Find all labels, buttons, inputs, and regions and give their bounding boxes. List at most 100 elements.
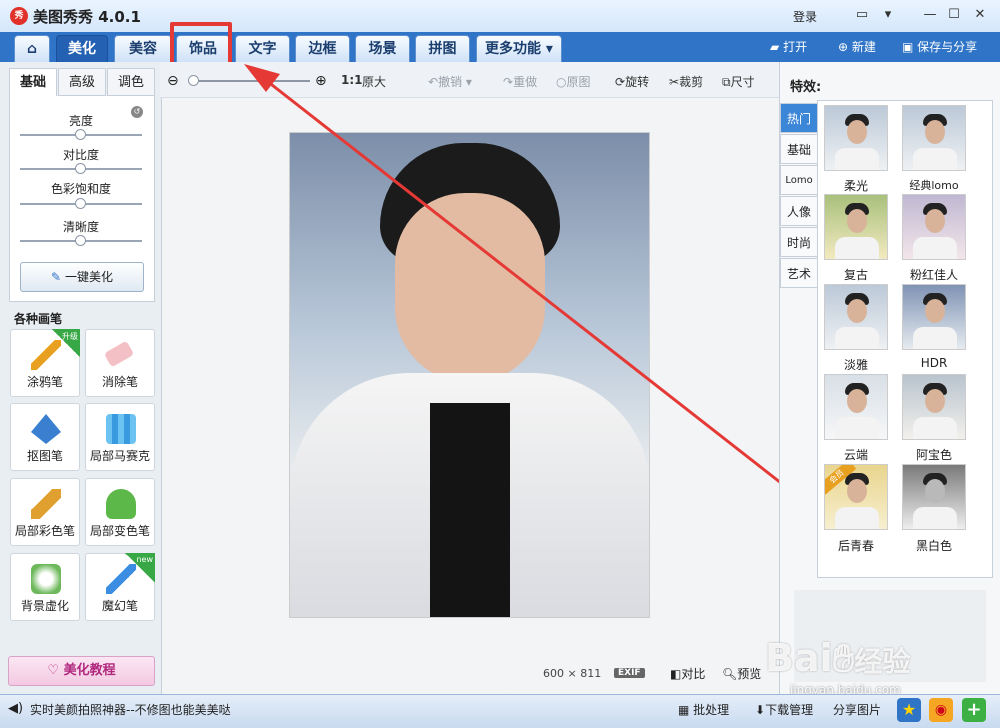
ticker-text[interactable]: 实时美颜拍照神器--不修图也能美美哒	[30, 701, 231, 718]
brush-label: 抠图笔	[26, 449, 63, 463]
tab-more-label: 更多功能	[485, 41, 542, 57]
subtab-color[interactable]: 调色	[107, 68, 155, 96]
one-click-label: 一键美化	[64, 270, 113, 284]
compare-button[interactable]: ◧对比	[670, 665, 705, 682]
tab-scene[interactable]: 场景	[355, 35, 410, 62]
subtab-advanced[interactable]: 高级	[58, 68, 106, 96]
brush-label: 局部马赛克	[89, 449, 150, 463]
open-button[interactable]: ▰ 打开	[770, 38, 807, 55]
batch-label: 批处理	[693, 703, 730, 717]
effect-thumb[interactable]	[824, 374, 888, 440]
tab-text[interactable]: 文字	[235, 35, 290, 62]
pen-nib-icon	[31, 414, 61, 444]
effect-tab-art[interactable]: 艺术	[780, 258, 818, 288]
brightness-slider[interactable]	[20, 129, 142, 140]
slider-knob[interactable]	[75, 235, 86, 246]
chevron-down-icon: ▾	[545, 41, 553, 57]
brush-label: 背景虚化	[20, 599, 69, 613]
sharpness-slider[interactable]	[20, 235, 142, 246]
brush-bg-blur[interactable]: 背景虚化	[10, 553, 80, 621]
brush-color[interactable]: 局部彩色笔	[10, 478, 80, 546]
effect-thumb[interactable]	[902, 374, 966, 440]
hand-icon: ♡	[47, 663, 60, 678]
slider-knob[interactable]	[75, 198, 86, 209]
compare-label: 对比	[681, 667, 706, 681]
tab-beautify[interactable]: 美化	[56, 35, 108, 62]
message-icon[interactable]: ▭	[852, 5, 872, 25]
paint-bucket-icon	[106, 489, 136, 519]
effect-thumb[interactable]	[902, 194, 966, 260]
effect-thumb[interactable]	[902, 464, 966, 530]
home-tab[interactable]: ⌂	[14, 35, 50, 62]
preview-label: 预览	[737, 667, 762, 681]
contrast-slider[interactable]	[20, 163, 142, 174]
exif-button[interactable]: EXIF	[614, 668, 645, 678]
effect-thumb[interactable]	[902, 284, 966, 350]
app-logo: 秀	[10, 7, 28, 25]
watermark-brand-text: Bai	[765, 636, 833, 680]
one-click-beautify-button[interactable]: ✎ 一键美化	[20, 262, 144, 292]
close-icon[interactable]: ✕	[970, 5, 990, 25]
brush-doodle[interactable]: 升级 涂鸦笔	[10, 329, 80, 397]
preview-button[interactable]: 🔍︎预览	[722, 665, 761, 682]
new-button[interactable]: ⊕ 新建	[838, 38, 876, 55]
effect-thumb[interactable]: 会员	[824, 464, 888, 530]
speaker-icon[interactable]: ◀)	[8, 701, 23, 716]
zoom-out-icon[interactable]: ⊖	[167, 73, 179, 89]
qzone-share-icon[interactable]: ★	[897, 698, 921, 722]
brush-mosaic[interactable]: 局部马赛克	[85, 403, 155, 471]
weibo-share-icon[interactable]: ◉	[929, 698, 953, 722]
brush-recolor[interactable]: 局部变色笔	[85, 478, 155, 546]
tab-collage[interactable]: 拼图	[415, 35, 470, 62]
brush-eraser[interactable]: 消除笔	[85, 329, 155, 397]
times-sign: ×	[567, 667, 577, 680]
mosaic-icon	[106, 414, 136, 444]
slider-label-contrast: 对比度	[62, 148, 99, 162]
slider-label-sharpness: 清晰度	[62, 220, 99, 234]
effect-tab-portrait[interactable]: 人像	[780, 196, 818, 226]
slider-knob[interactable]	[75, 129, 86, 140]
effect-tab-fashion[interactable]: 时尚	[780, 227, 818, 257]
save-icon: ▣	[902, 40, 914, 54]
effect-thumb[interactable]	[824, 194, 888, 260]
effect-thumb[interactable]	[902, 105, 966, 171]
brush-label: 魔幻笔	[101, 599, 138, 613]
zoom-knob[interactable]	[188, 75, 199, 86]
slider-label-saturation: 色彩饱和度	[50, 182, 111, 196]
tutorial-label: 美化教程	[63, 663, 116, 678]
download-manager-button[interactable]: ⬇下载管理	[755, 701, 813, 718]
annotation-arrow	[244, 64, 791, 492]
save-share-button[interactable]: ▣ 保存与分享	[902, 38, 977, 55]
image-height: 811	[580, 667, 602, 680]
subtab-basic[interactable]: 基础	[9, 68, 57, 96]
effect-thumb[interactable]	[824, 284, 888, 350]
brush-magic[interactable]: new 魔幻笔	[85, 553, 155, 621]
batch-button[interactable]: ▦ 批处理	[678, 701, 729, 718]
effect-thumb[interactable]	[824, 105, 888, 171]
saturation-slider[interactable]	[20, 198, 142, 209]
effect-label: 粉红佳人	[909, 268, 958, 282]
main-nav: ⌂ 美化 美容 饰品 文字 边框 场景 拼图 更多功能 ▾ ▰ 打开 ⊕ 新建 …	[0, 32, 1000, 62]
effect-label: 云端	[843, 448, 868, 462]
slider-knob[interactable]	[75, 163, 86, 174]
folder-icon: ▰	[770, 40, 780, 54]
tab-face[interactable]: 美容	[114, 35, 172, 62]
effect-tab-lomo[interactable]: Lomo	[780, 165, 818, 195]
tab-more[interactable]: 更多功能 ▾	[476, 35, 562, 62]
new-badge: new	[125, 553, 155, 583]
menu-icon[interactable]: ▾	[878, 5, 898, 25]
home-icon: ⌂	[26, 41, 38, 57]
slider-label-brightness: 亮度	[68, 114, 93, 128]
wand-icon: ✎	[51, 270, 62, 284]
batch-icon: ▦	[678, 703, 690, 717]
effect-tab-hot[interactable]: 热门	[780, 103, 818, 133]
tab-border[interactable]: 边框	[295, 35, 350, 62]
minimize-icon[interactable]: —	[920, 5, 940, 25]
tutorial-button[interactable]: ♡ 美化教程	[8, 656, 155, 686]
login-link[interactable]: 登录	[793, 8, 817, 25]
effect-tab-basic[interactable]: 基础	[780, 134, 818, 164]
download-label: 下载管理	[765, 703, 814, 717]
maximize-icon[interactable]: ☐	[944, 5, 964, 25]
add-share-icon[interactable]: +	[962, 698, 986, 722]
brush-cutout[interactable]: 抠图笔	[10, 403, 80, 471]
